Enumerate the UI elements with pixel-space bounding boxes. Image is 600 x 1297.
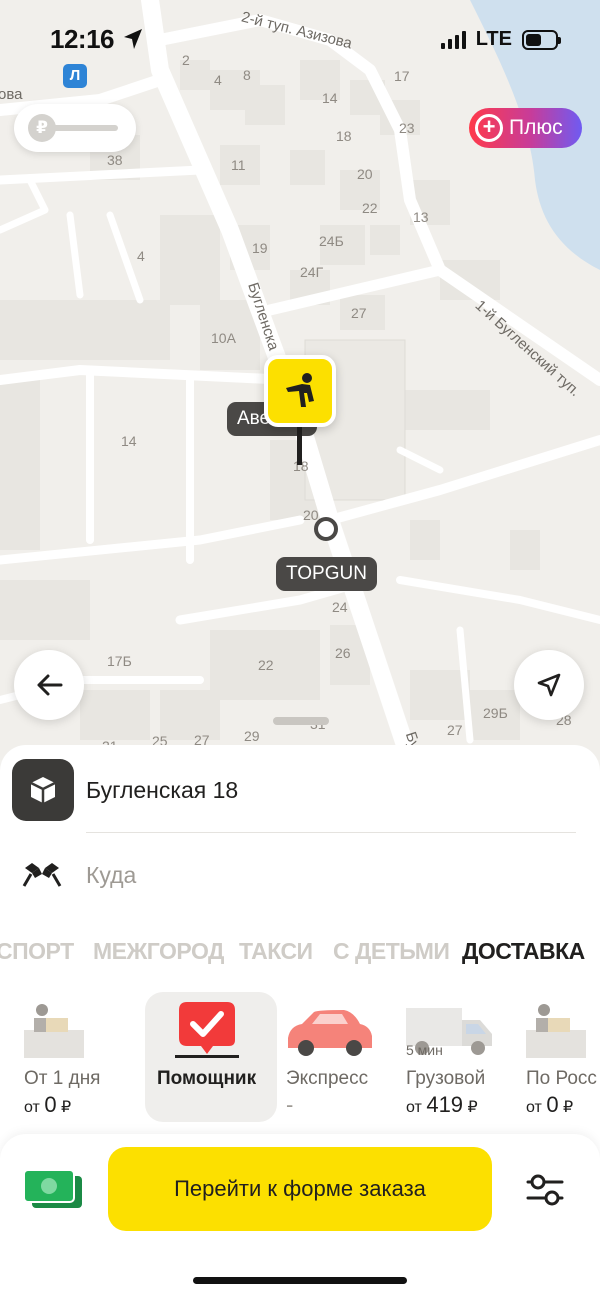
house-number: 2 xyxy=(182,52,190,68)
house-number: 11 xyxy=(231,157,246,173)
tariff-list: От 1 дня от 0 ₽ Помощник Экспресс - 5 ми… xyxy=(0,992,600,1124)
street-label: ова xyxy=(0,86,23,103)
tariff-card-selected[interactable]: Помощник xyxy=(145,992,277,1122)
tab-sport[interactable]: СПОРТ xyxy=(0,938,74,965)
plus-button[interactable]: + Плюс xyxy=(469,108,582,148)
tariff-card[interactable]: 5 мин Грузовой от 419 ₽ xyxy=(394,992,526,1122)
tab-kids[interactable]: С ДЕТЬМИ xyxy=(333,938,450,965)
house-number: 20 xyxy=(357,166,373,182)
house-number: 24 xyxy=(332,599,348,615)
to-placeholder: Куда xyxy=(86,861,137,888)
go-to-order-form-button[interactable]: Перейти к форме заказа xyxy=(108,1147,492,1231)
metro-icon: Л xyxy=(63,64,87,88)
category-tabs: СПОРТ МЕЖГОРОД ТАКСИ С ДЕТЬМИ ДОСТАВКА xyxy=(0,938,600,978)
house-number: 18 xyxy=(336,128,352,144)
cashback-toggle[interactable]: ₽ xyxy=(14,104,136,152)
back-button[interactable] xyxy=(14,650,84,720)
destination-point[interactable] xyxy=(314,517,338,541)
house-number: 14 xyxy=(121,433,137,449)
signal-icon xyxy=(440,30,466,49)
tariff-name: Грузовой xyxy=(406,1068,486,1089)
house-number: 27 xyxy=(447,722,463,738)
house-number: 27 xyxy=(351,305,367,321)
finish-flags-icon xyxy=(22,863,62,887)
house-number: 19 xyxy=(252,240,268,256)
house-number: 14 xyxy=(322,90,338,106)
house-number: 29 xyxy=(244,728,260,744)
tariff-name: От 1 дня xyxy=(24,1068,101,1089)
arrow-left-icon xyxy=(37,674,63,696)
tariff-card[interactable]: Экспресс - xyxy=(274,992,406,1122)
house-number: 17 xyxy=(394,68,410,84)
sheet-grabber[interactable] xyxy=(273,717,329,725)
check-badge-icon xyxy=(175,1002,239,1058)
tab-taxi[interactable]: ТАКСИ xyxy=(239,938,313,965)
courier-desk-icon xyxy=(24,1004,84,1058)
point-tag: TOPGUN xyxy=(276,557,377,591)
house-number: 10А xyxy=(211,330,236,346)
status-indicators: LTE xyxy=(440,28,561,51)
house-number: 17Б xyxy=(107,653,132,669)
house-number: 26 xyxy=(335,645,351,661)
to-field[interactable]: Куда xyxy=(22,852,136,898)
network-type: LTE xyxy=(475,28,512,50)
ruble-coin-icon: ₽ xyxy=(28,114,56,142)
house-number: 24Г xyxy=(300,264,324,280)
battery-icon xyxy=(522,29,561,50)
payment-method-button[interactable] xyxy=(22,1166,84,1212)
location-arrow-icon xyxy=(124,29,142,49)
divider xyxy=(86,832,576,833)
tariff-price: от 0 ₽ xyxy=(24,1092,72,1117)
house-number: 4 xyxy=(137,248,145,264)
person-waving-icon xyxy=(286,373,314,407)
home-indicator xyxy=(193,1277,407,1284)
from-address: Бугленская 18 xyxy=(86,776,239,803)
house-number: 29Б xyxy=(483,705,508,721)
my-location-button[interactable] xyxy=(514,650,584,720)
car-icon xyxy=(288,1010,372,1056)
house-number: 22 xyxy=(258,657,274,673)
settings-button[interactable] xyxy=(520,1168,570,1212)
tab-intercity[interactable]: МЕЖГОРОД xyxy=(93,938,224,965)
tariff-name: Помощник xyxy=(157,1068,257,1089)
house-number: 13 xyxy=(413,209,429,225)
status-time: 12:16 xyxy=(50,24,115,54)
house-number: 8 xyxy=(243,67,251,83)
tariff-card[interactable]: По Росс от 0 ₽ xyxy=(514,992,600,1122)
from-field[interactable]: Бугленская 18 xyxy=(12,758,588,822)
tariff-name: По Росс xyxy=(526,1068,597,1089)
courier-desk-icon xyxy=(526,1004,586,1058)
tariff-card[interactable]: От 1 дня от 0 ₽ xyxy=(12,992,144,1122)
house-number: 4 xyxy=(214,72,222,88)
tariff-price: от 419 ₽ xyxy=(406,1092,478,1117)
house-number: 23 xyxy=(399,120,415,136)
plus-icon: + xyxy=(475,114,503,142)
tariff-price: - xyxy=(286,1092,294,1117)
house-number: 22 xyxy=(362,200,378,216)
tab-delivery[interactable]: ДОСТАВКА xyxy=(462,938,585,965)
package-icon xyxy=(12,759,74,821)
cashback-track xyxy=(52,125,118,131)
plus-label: Плюс xyxy=(509,116,563,139)
pickup-pin[interactable] xyxy=(264,355,336,427)
tariff-price: от 0 ₽ xyxy=(526,1092,574,1117)
pin-stem xyxy=(297,427,302,465)
cash-icon xyxy=(23,1169,82,1208)
tariff-name: Экспресс xyxy=(286,1068,369,1089)
house-number: 38 xyxy=(107,152,123,168)
house-number: 24Б xyxy=(319,233,344,249)
tariff-eta: 5 мин xyxy=(406,1042,443,1058)
sliders-icon xyxy=(526,1174,564,1206)
navigation-arrow-icon xyxy=(537,673,561,697)
